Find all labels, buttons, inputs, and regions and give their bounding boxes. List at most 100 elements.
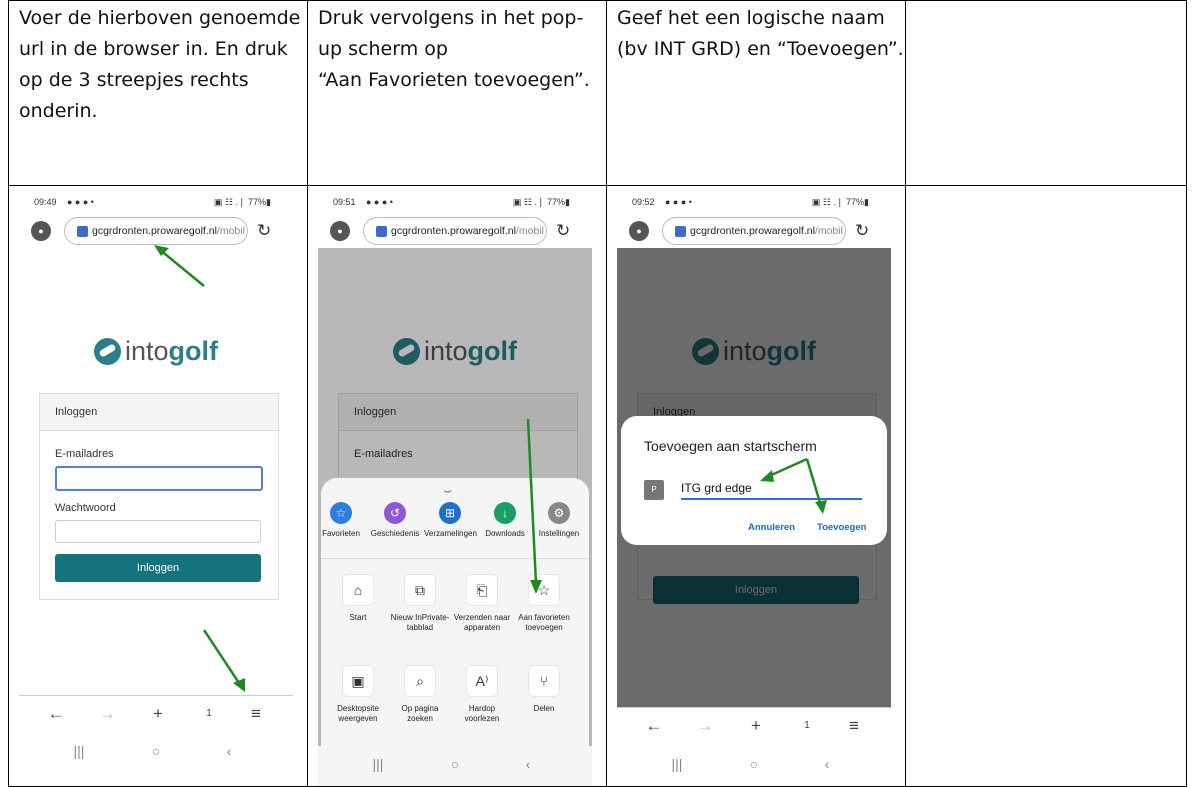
shortcut-name-input[interactable]: ITG grd edge <box>681 481 752 495</box>
send-icon: ⎗ <box>467 575 497 605</box>
instruction-text-4 <box>906 1 1186 3</box>
share-icon: ⑂ <box>529 666 559 696</box>
forward-icon[interactable]: → <box>690 716 720 736</box>
favorites-icon: ☆ <box>330 502 352 524</box>
tile-read-aloud[interactable]: A⁾ Hardop voorlezen <box>451 666 513 724</box>
status-bar: 09:49 ● ● ● • ▣ ☷ .❘ 77%▮ <box>19 190 293 214</box>
site-favicon-icon: P <box>644 480 664 500</box>
inprivate-icon: ⧉ <box>405 575 435 605</box>
home-icon[interactable]: ○ <box>739 756 769 772</box>
quick-action-downloads[interactable]: ↓ Downloads <box>479 502 531 539</box>
new-tab-icon[interactable]: + <box>143 704 173 724</box>
battery-indicator: ▣ ☷ .❘ 77%▮ <box>512 197 570 207</box>
logo-mark-icon <box>93 338 121 365</box>
star-plus-icon: ☆ <box>529 575 559 605</box>
url-domain: gcgrdronten.prowaregolf.nl <box>92 225 217 237</box>
browser-menu-sheet: ⌣ ☆ Favorieten ↺ Geschiedenis ⊞ Verzameling… <box>321 478 589 786</box>
notification-icons: ● ● ● • <box>366 197 393 207</box>
phone-screen-1: 09:49 ● ● ● • ▣ ☷ .❘ 77%▮ ● gcgrdronten.pr… <box>19 190 293 786</box>
sheet-handle-icon[interactable]: ⌣ <box>443 482 452 499</box>
menu-icon[interactable]: ≡ <box>241 704 271 724</box>
tile-send-to-devices[interactable]: ⎗ Verzenden naar apparaten <box>451 575 513 633</box>
lock-icon <box>376 225 387 237</box>
avatar-icon[interactable]: ● <box>330 221 350 241</box>
reload-icon[interactable]: ↻ <box>257 221 271 241</box>
tabs-icon[interactable]: 1 <box>194 708 224 719</box>
back-icon[interactable]: ← <box>41 704 71 724</box>
clock: 09:52 <box>632 197 655 207</box>
avatar-icon[interactable]: ● <box>31 221 51 241</box>
tile-start[interactable]: ⌂ Start <box>327 575 389 623</box>
new-tab-icon[interactable]: + <box>741 716 771 736</box>
avatar-icon[interactable]: ● <box>629 221 649 241</box>
tile-inprivate[interactable]: ⧉ Nieuw InPrivate-tabblad <box>389 575 451 633</box>
address-bar: ● gcgrdronten.prowaregolf.nl/mobil ↻ <box>19 214 293 248</box>
add-button[interactable]: Toevoegen <box>817 522 866 533</box>
url-field[interactable]: gcgrdronten.prowaregolf.nl/mobil <box>363 217 547 245</box>
home-icon[interactable]: ○ <box>440 756 470 772</box>
url-field[interactable]: gcgrdronten.prowaregolf.nl/mobil <box>662 217 846 245</box>
dialog-title: Toevoegen aan startscherm <box>644 438 817 454</box>
instruction-text-1: Voer de hierboven genoemde url in de bro… <box>19 7 301 122</box>
login-button[interactable]: Inloggen <box>55 554 261 582</box>
quick-action-favorites[interactable]: ☆ Favorieten <box>318 502 367 539</box>
notification-icons: ● ● ● • <box>67 197 94 207</box>
recents-icon[interactable]: ||| <box>363 756 393 772</box>
reload-icon[interactable]: ↻ <box>855 221 869 241</box>
browser-bottom-nav: ← → + 1 ≡ <box>19 695 293 734</box>
instruction-text-3: Geef het een logische naam (bv INT GRD) … <box>617 7 904 60</box>
system-back-icon[interactable]: ‹ <box>214 743 244 759</box>
system-nav: ||| ○ ‹ <box>19 733 293 773</box>
home-icon[interactable]: ○ <box>141 743 171 759</box>
quick-action-collections[interactable]: ⊞ Verzamelingen <box>424 502 477 539</box>
reload-icon[interactable]: ↻ <box>556 221 570 241</box>
email-label: E-mailadres <box>55 448 114 460</box>
screenshot-cell-1: 09:49 ● ● ● • ▣ ☷ .❘ 77%▮ ● gcgrdronten.pr… <box>8 185 308 787</box>
home-icon: ⌂ <box>343 575 373 605</box>
clock: 09:51 <box>333 197 356 207</box>
back-icon[interactable]: ← <box>639 716 669 736</box>
menu-divider <box>321 558 589 559</box>
history-icon: ↺ <box>384 502 406 524</box>
battery-indicator: ▣ ☷ .❘ 77%▮ <box>811 197 869 207</box>
tile-add-favorite[interactable]: ☆ Aan favorieten toevoegen <box>513 575 575 633</box>
tile-share[interactable]: ⑂ Delen <box>513 666 575 714</box>
url-path: /mobil <box>216 225 245 237</box>
clock: 09:49 <box>34 197 57 207</box>
phone-screen-2: 09:51 ● ● ● • ▣ ☷ .❘ 77%▮ ● gcgrdronten.pr… <box>318 190 592 786</box>
quick-action-history[interactable]: ↺ Geschiedenis <box>369 502 421 539</box>
password-field[interactable] <box>55 520 261 543</box>
settings-icon: ⚙ <box>548 502 570 524</box>
recents-icon[interactable]: ||| <box>64 743 94 759</box>
screenshot-cell-3: 09:52 ● ● ● • ▣ ☷ .❘ 77%▮ ● gcgrdronten.pr… <box>606 185 906 787</box>
instruction-cell-2: Druk vervolgens in het pop-up scherm op … <box>307 0 607 186</box>
address-bar: ● gcgrdronten.prowaregolf.nl/mobil ↻ <box>318 214 592 248</box>
lock-icon <box>77 225 88 237</box>
url-field[interactable]: gcgrdronten.prowaregolf.nl/mobil <box>64 217 248 245</box>
downloads-icon: ↓ <box>494 502 516 524</box>
cancel-button[interactable]: Annuleren <box>748 522 795 533</box>
phone-screen-3: 09:52 ● ● ● • ▣ ☷ .❘ 77%▮ ● gcgrdronten.pr… <box>617 190 891 786</box>
desktop-icon: ▣ <box>343 666 373 696</box>
notification-icons: ● ● ● • <box>665 197 692 207</box>
tabs-icon[interactable]: 1 <box>792 720 822 731</box>
quick-action-settings[interactable]: ⚙ Instellingen <box>533 502 585 539</box>
menu-icon[interactable]: ≡ <box>839 716 869 736</box>
instruction-table: Voer de hierboven genoemde url in de bro… <box>8 0 1187 787</box>
add-to-homescreen-dialog: Toevoegen aan startscherm P ITG grd edge… <box>621 416 887 545</box>
collections-icon: ⊞ <box>439 502 461 524</box>
system-nav: ||| ○ ‹ <box>318 746 592 786</box>
login-card: Inloggen E-mailadres Wachtwoord Inloggen <box>39 393 279 600</box>
screenshot-cell-2: 09:51 ● ● ● • ▣ ☷ .❘ 77%▮ ● gcgrdronten.pr… <box>307 185 607 787</box>
lock-icon <box>675 225 686 237</box>
system-back-icon[interactable]: ‹ <box>812 756 842 772</box>
password-label: Wachtwoord <box>55 502 116 514</box>
instruction-cell-1: Voer de hierboven genoemde url in de bro… <box>8 0 308 186</box>
recents-icon[interactable]: ||| <box>662 756 692 772</box>
battery-indicator: ▣ ☷ .❘ 77%▮ <box>213 197 271 207</box>
forward-icon[interactable]: → <box>92 704 122 724</box>
system-back-icon[interactable]: ‹ <box>513 756 543 772</box>
tile-find-on-page[interactable]: ⌕ Op pagina zoeken <box>389 666 451 724</box>
tile-desktop-site[interactable]: ▣ Desktopsite weergeven <box>327 666 389 724</box>
email-field[interactable] <box>55 466 263 491</box>
